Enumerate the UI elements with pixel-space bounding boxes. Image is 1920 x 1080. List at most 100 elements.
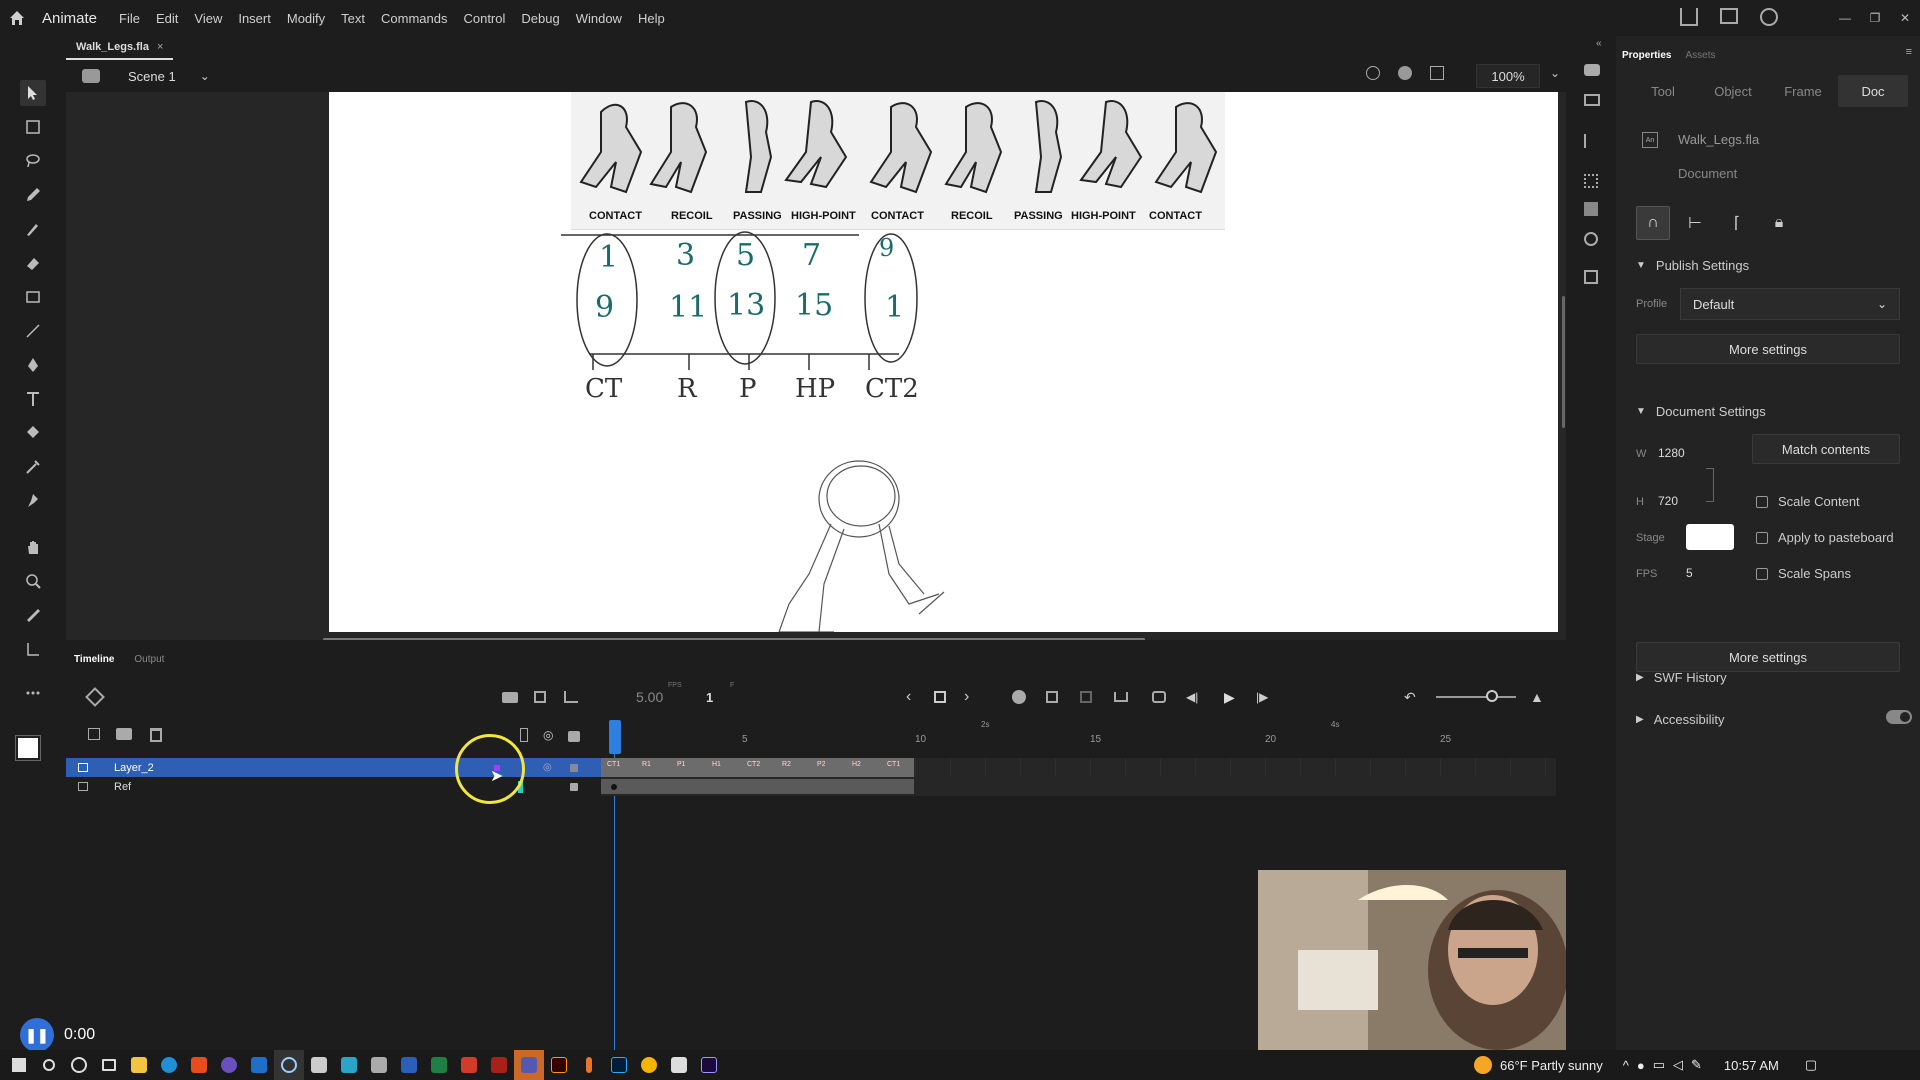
photoshop-icon[interactable]: [604, 1050, 634, 1080]
accessibility-toggle[interactable]: [1886, 710, 1912, 724]
keyframe-label[interactable]: H1: [712, 761, 721, 768]
keyframe-label[interactable]: CT1: [887, 761, 900, 768]
menu-modify[interactable]: Modify: [287, 11, 325, 26]
photos-icon[interactable]: [364, 1050, 394, 1080]
edit-multiple-icon[interactable]: [1080, 691, 1092, 703]
parenting-icon[interactable]: [534, 691, 546, 703]
illustrator-icon[interactable]: [544, 1050, 574, 1080]
document-more-settings-button[interactable]: More settings: [1636, 642, 1900, 672]
mountain-icon[interactable]: ▲: [1530, 689, 1544, 705]
microphone-icon[interactable]: ●: [1637, 1058, 1645, 1073]
timeline-zoom-slider[interactable]: [1436, 696, 1516, 698]
visibility-icon[interactable]: ◎: [543, 762, 552, 773]
motion-presets-icon[interactable]: [1584, 232, 1598, 246]
lock-icon[interactable]: [570, 782, 578, 791]
slider-handle-icon[interactable]: [1486, 690, 1498, 702]
scale-spans-checkbox[interactable]: Scale Spans: [1756, 566, 1851, 581]
outline-toggle-icon[interactable]: [520, 728, 528, 742]
stage-color-swatch[interactable]: [1686, 524, 1734, 550]
tween-icon[interactable]: [1114, 692, 1128, 702]
visibility-toggle-icon[interactable]: ◎: [543, 728, 553, 742]
tab-timeline[interactable]: Timeline: [74, 654, 114, 665]
weather-text[interactable]: 66°F Partly sunny: [1500, 1058, 1603, 1073]
stage-vertical-scrollbar[interactable]: [1562, 296, 1565, 428]
menu-window[interactable]: Window: [576, 11, 622, 26]
menu-insert[interactable]: Insert: [238, 11, 271, 26]
file-explorer-icon[interactable]: [124, 1050, 154, 1080]
edit-symbols-icon[interactable]: [82, 69, 100, 83]
accessibility-header[interactable]: ▶︎ Accessibility: [1616, 712, 1725, 727]
home-icon[interactable]: [0, 0, 34, 36]
animate-icon[interactable]: [694, 1050, 724, 1080]
clapper-icon[interactable]: [664, 1050, 694, 1080]
zoom-field[interactable]: 100%: [1476, 64, 1540, 88]
outlook-icon[interactable]: [244, 1050, 274, 1080]
properties-panel-icon[interactable]: [1584, 64, 1600, 76]
rulers-icon[interactable]: ⌈: [1720, 206, 1754, 240]
text-tool-icon[interactable]: [20, 386, 46, 412]
onion-outline-icon[interactable]: [1046, 691, 1058, 703]
layers-icon[interactable]: [85, 687, 105, 707]
more-tools-icon[interactable]: [20, 680, 46, 706]
menu-commands[interactable]: Commands: [381, 11, 447, 26]
excel-icon[interactable]: [424, 1050, 454, 1080]
line-icon[interactable]: [20, 318, 46, 344]
frame-ruler[interactable]: 2s 4s 5 10 15 20 25: [601, 720, 1556, 750]
edge-icon[interactable]: [154, 1050, 184, 1080]
lock-guides-icon[interactable]: 🔒︎: [1762, 206, 1796, 240]
volume-icon[interactable]: ◁: [1673, 1057, 1683, 1073]
keyframe-label[interactable]: CT1: [607, 761, 620, 768]
subtab-object[interactable]: Object: [1698, 75, 1768, 107]
eyedropper-icon[interactable]: [20, 454, 46, 480]
zoom-icon[interactable]: [20, 568, 46, 594]
brush-icon[interactable]: [20, 216, 46, 242]
new-layer-icon[interactable]: [88, 728, 100, 740]
notifications-icon[interactable]: ▢: [1805, 1057, 1817, 1073]
share-icon[interactable]: [1680, 8, 1698, 26]
assets-icon[interactable]: [1584, 202, 1598, 216]
stroke-fill-swatch[interactable]: [15, 735, 41, 761]
subtab-tool[interactable]: Tool: [1628, 75, 1698, 107]
subtab-frame[interactable]: Frame: [1768, 75, 1838, 107]
network-icon[interactable]: ▭: [1653, 1057, 1665, 1073]
delete-layer-icon[interactable]: [150, 728, 162, 742]
tray-chevron-icon[interactable]: ^: [1623, 1058, 1629, 1073]
cortana-icon[interactable]: [64, 1050, 94, 1080]
frame-value[interactable]: 1: [706, 690, 713, 705]
stage-canvas[interactable]: CONTACT RECOIL PASSING HIGH-POINT CONTAC…: [329, 92, 1558, 632]
frame-picker-icon[interactable]: [1584, 270, 1598, 284]
eraser-icon[interactable]: [20, 250, 46, 276]
keyframe-label[interactable]: CT2: [747, 761, 760, 768]
close-window-icon[interactable]: ✕: [1890, 11, 1920, 25]
bone-tool-icon[interactable]: [20, 636, 46, 662]
paint-bucket-icon[interactable]: [20, 420, 46, 446]
pencil-icon[interactable]: [20, 182, 46, 208]
recorder-icon[interactable]: [274, 1050, 304, 1080]
layer-name[interactable]: Layer_2: [114, 762, 154, 774]
menu-debug[interactable]: Debug: [521, 11, 559, 26]
chevron-down-icon[interactable]: ⌄: [200, 69, 210, 83]
pause-recording-icon[interactable]: ❚❚: [20, 1018, 54, 1052]
restore-icon[interactable]: ❐: [1860, 11, 1890, 25]
test-movie-icon[interactable]: [1760, 8, 1778, 26]
rotation-icon[interactable]: [1398, 66, 1412, 80]
loop-icon[interactable]: [1152, 691, 1166, 703]
graph-icon[interactable]: [564, 691, 578, 703]
keyframe-label[interactable]: R2: [782, 761, 791, 768]
workspace-icon[interactable]: [1720, 8, 1738, 24]
swf-history-header[interactable]: ▶︎ SWF History: [1616, 670, 1727, 685]
step-forward-icon[interactable]: |▶︎: [1256, 690, 1268, 704]
align-icon[interactable]: [1584, 134, 1598, 148]
playhead[interactable]: [609, 720, 621, 754]
guides-icon[interactable]: ⊢: [1678, 206, 1712, 240]
next-keyframe-icon[interactable]: ›: [964, 688, 969, 706]
zoom-chevron-icon[interactable]: ⌄: [1550, 66, 1560, 80]
new-folder-icon[interactable]: [116, 728, 132, 740]
panel-menu-icon[interactable]: ≡: [1906, 46, 1912, 58]
undo-icon[interactable]: ↶: [1404, 689, 1416, 706]
task-view-icon[interactable]: [94, 1050, 124, 1080]
layer-name[interactable]: Ref: [114, 781, 131, 793]
document-settings-header[interactable]: ▼ Document Settings: [1616, 404, 1920, 419]
whiteboard-icon[interactable]: [334, 1050, 364, 1080]
acrobat-pro-icon[interactable]: [484, 1050, 514, 1080]
